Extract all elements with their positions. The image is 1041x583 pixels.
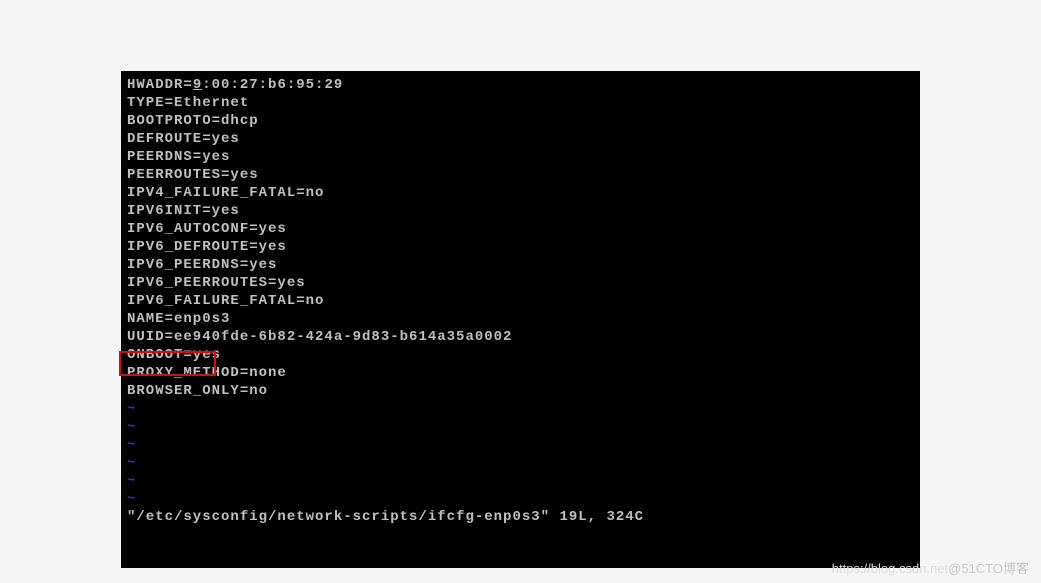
config-line-ipv6init: IPV6INIT=yes	[127, 202, 914, 220]
config-line-type: TYPE=Ethernet	[127, 94, 914, 112]
terminal-editor[interactable]: HWADDR=9:00:27:b6:95:29 TYPE=Ethernet BO…	[121, 71, 920, 568]
config-line-peerroutes: PEERROUTES=yes	[127, 166, 914, 184]
config-line-name: NAME=enp0s3	[127, 310, 914, 328]
config-line-hwaddr: HWADDR=9:00:27:b6:95:29	[127, 76, 914, 94]
config-line-defroute: DEFROUTE=yes	[127, 130, 914, 148]
config-line-onboot: ONBOOT=yes	[127, 346, 914, 364]
config-line-ipv6peerroutes: IPV6_PEERROUTES=yes	[127, 274, 914, 292]
config-line-browseronly: BROWSER_ONLY=no	[127, 382, 914, 400]
config-line-ipv6fail: IPV6_FAILURE_FATAL=no	[127, 292, 914, 310]
empty-line-tilde: ~	[127, 454, 914, 472]
empty-line-tilde: ~	[127, 418, 914, 436]
config-line-ipv6defroute: IPV6_DEFROUTE=yes	[127, 238, 914, 256]
empty-line-tilde: ~	[127, 400, 914, 418]
empty-line-tilde: ~	[127, 490, 914, 508]
vi-status-line: "/etc/sysconfig/network-scripts/ifcfg-en…	[127, 508, 914, 526]
config-line-ipv6peerdns: IPV6_PEERDNS=yes	[127, 256, 914, 274]
config-line-peerdns: PEERDNS=yes	[127, 148, 914, 166]
config-line-uuid: UUID=ee940fde-6b82-424a-9d83-b614a35a000…	[127, 328, 914, 346]
empty-line-tilde: ~	[127, 436, 914, 454]
config-line-bootproto: BOOTPROTO=dhcp	[127, 112, 914, 130]
config-line-proxymethod: PROXY_METHOD=none	[127, 364, 914, 382]
config-line-ipv6autoconf: IPV6_AUTOCONF=yes	[127, 220, 914, 238]
empty-line-tilde: ~	[127, 472, 914, 490]
config-line-ipv4fail: IPV4_FAILURE_FATAL=no	[127, 184, 914, 202]
watermark-text: https://blog.csdn.net@51CTO博客	[832, 558, 1029, 577]
